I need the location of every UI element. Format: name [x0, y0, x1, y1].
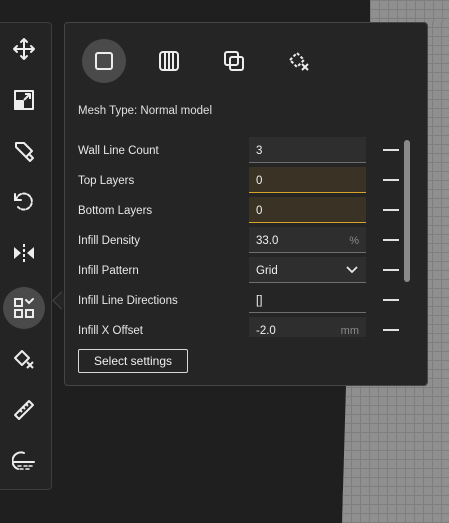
measure-icon — [14, 400, 34, 420]
move-tool-button[interactable] — [3, 28, 45, 70]
wall-line-count-input[interactable]: 3 — [249, 137, 366, 163]
reset-setting-button[interactable] — [383, 149, 399, 151]
reset-setting-button[interactable] — [383, 269, 399, 271]
infill-x-offset-input[interactable]: -2.0 mm — [249, 317, 366, 337]
per-model-settings-tool-button[interactable] — [3, 287, 45, 329]
support-eraser-tool-button[interactable] — [3, 338, 45, 380]
measure-tool-button[interactable] — [3, 389, 45, 431]
field-value: 33.0 — [256, 235, 279, 247]
normal-model-icon — [95, 52, 113, 70]
setting-label: Infill X Offset — [78, 325, 143, 337]
setting-row-infill-line-directions: Infill Line Directions [] — [65, 287, 405, 315]
build-plate-top — [370, 0, 449, 22]
rotate-tool-button[interactable] — [3, 181, 45, 223]
scale-icon — [14, 90, 34, 110]
reset-setting-button[interactable] — [383, 179, 399, 181]
infill-mesh-icon — [159, 51, 179, 71]
field-unit: % — [349, 235, 359, 247]
reset-setting-button[interactable] — [383, 329, 399, 331]
reset-setting-button[interactable] — [383, 239, 399, 241]
setting-label: Infill Density — [78, 235, 140, 247]
scale-tool-button[interactable] — [3, 79, 45, 121]
normal-model-button[interactable] — [82, 39, 126, 83]
mirror-icon — [14, 244, 34, 262]
field-value: 0 — [256, 175, 263, 187]
chevron-down-icon — [346, 266, 358, 274]
field-value: 0 — [256, 205, 263, 217]
setting-label: Infill Pattern — [78, 265, 139, 277]
infill-pattern-dropdown[interactable]: Grid — [249, 257, 366, 283]
setting-label: Top Layers — [78, 175, 135, 187]
bottom-layers-input[interactable]: 0 — [249, 197, 366, 223]
top-layers-input[interactable]: 0 — [249, 167, 366, 193]
mirror-tool-button[interactable] — [3, 232, 45, 274]
setting-row-infill-x-offset: Infill X Offset -2.0 mm — [65, 317, 405, 337]
infill-mesh-button[interactable] — [147, 39, 191, 83]
support-eraser-icon — [14, 350, 34, 369]
per-model-settings-icon — [14, 298, 34, 318]
move-icon — [13, 38, 35, 60]
settings-list: Wall Line Count 3 Top Layers 0 Bottom La… — [65, 137, 405, 337]
setting-row-wall-line-count: Wall Line Count 3 — [65, 137, 405, 165]
setting-row-bottom-layers: Bottom Layers 0 — [65, 197, 405, 225]
setting-row-infill-pattern: Infill Pattern Grid — [65, 257, 405, 285]
cut-icon — [12, 451, 35, 470]
infill-density-input[interactable]: 33.0 % — [249, 227, 366, 253]
select-settings-button[interactable]: Select settings — [78, 349, 188, 373]
cut-tool-button[interactable] — [3, 440, 45, 482]
cutting-mesh-icon — [224, 51, 244, 71]
cutting-mesh-button[interactable] — [212, 39, 256, 83]
field-value: 3 — [256, 145, 263, 157]
support-blocker-mesh-icon — [288, 51, 309, 71]
field-value: Grid — [256, 265, 278, 277]
settings-scrollbar[interactable] — [404, 140, 410, 282]
reset-setting-button[interactable] — [383, 299, 399, 301]
setting-row-infill-density: Infill Density 33.0 % — [65, 227, 405, 255]
field-value: [] — [256, 295, 263, 307]
field-value: -2.0 — [256, 325, 276, 337]
support-blocker-mesh-button[interactable] — [277, 39, 321, 83]
infill-line-directions-input[interactable]: [] — [249, 287, 366, 313]
support-blocker-tool-button[interactable] — [3, 130, 45, 172]
field-unit: mm — [340, 325, 359, 337]
mesh-type-label: Mesh Type: Normal model — [78, 105, 213, 117]
tool-toolbar — [0, 22, 52, 490]
support-blocker-icon — [15, 142, 34, 162]
rotate-icon — [14, 192, 33, 211]
setting-label: Bottom Layers — [78, 205, 153, 217]
per-model-settings-panel: Mesh Type: Normal model Wall Line Count … — [64, 22, 428, 386]
setting-label: Infill Line Directions — [78, 295, 178, 307]
setting-label: Wall Line Count — [78, 145, 159, 157]
setting-row-top-layers: Top Layers 0 — [65, 167, 405, 195]
reset-setting-button[interactable] — [383, 209, 399, 211]
